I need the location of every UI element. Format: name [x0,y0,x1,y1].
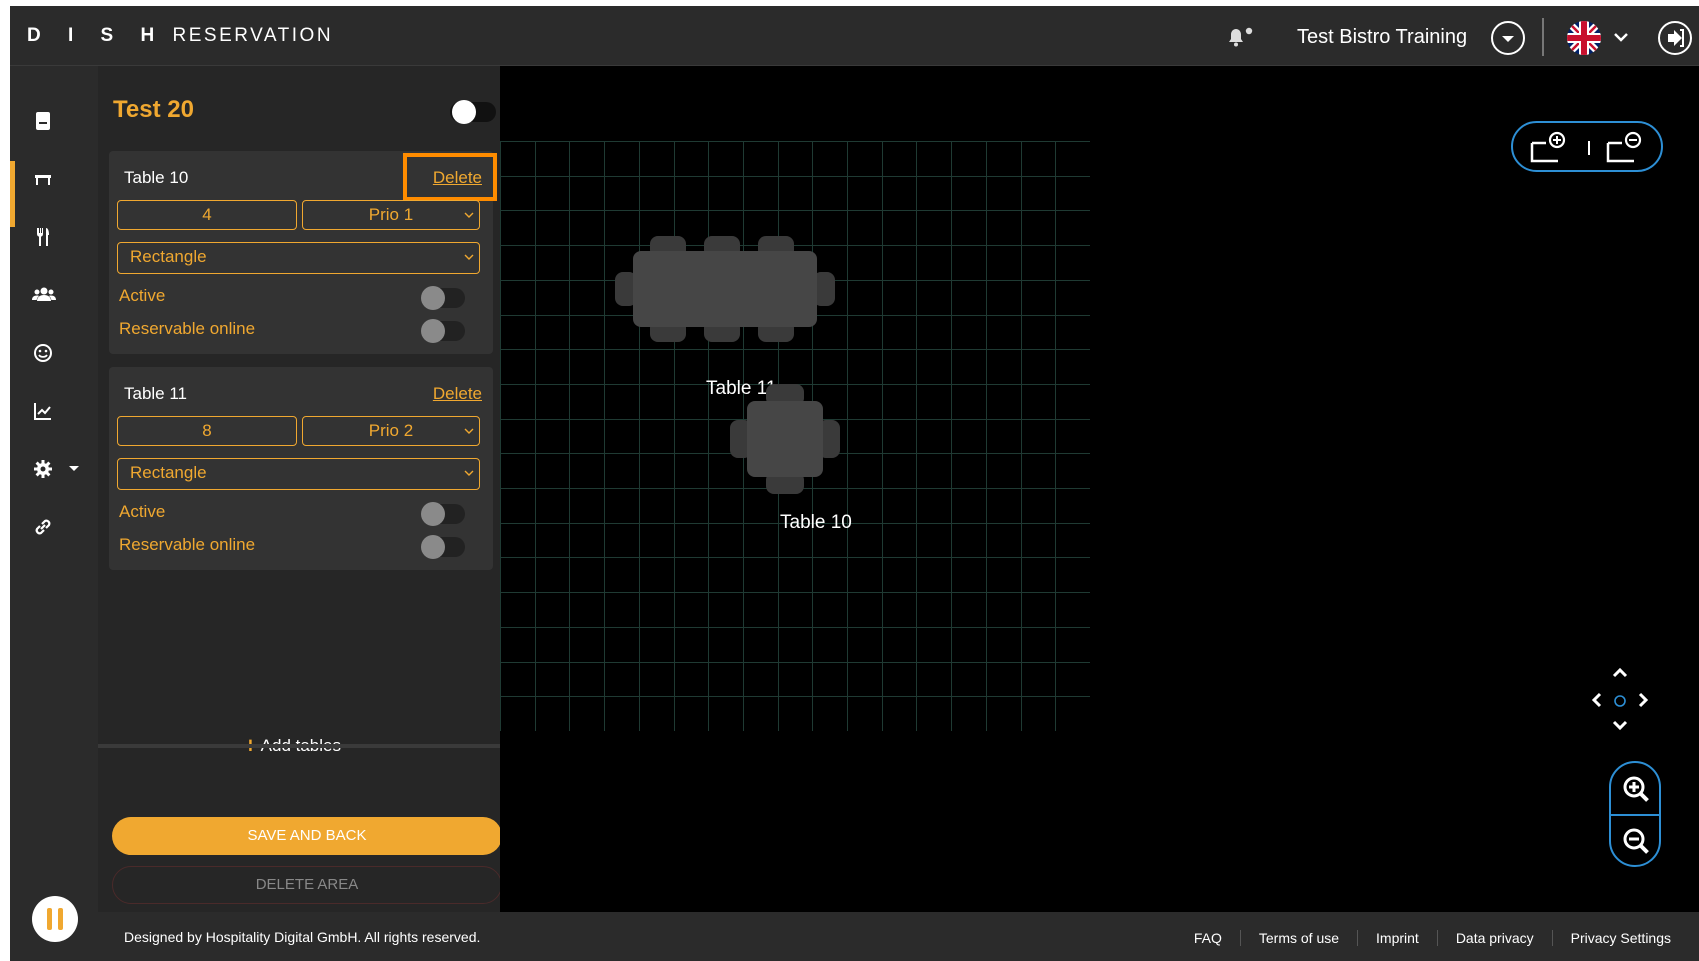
seats-input[interactable]: 4 [117,200,297,230]
venue-name: Test Bistro Training [1297,26,1468,48]
logout-button[interactable] [1658,21,1692,55]
chevron-up-icon[interactable] [1610,666,1630,680]
sidebar-item-integrations[interactable] [10,504,98,550]
save-and-back-button[interactable]: SAVE AND BACK [112,817,502,855]
footer-links: FAQ Terms of use Imprint Data privacy Pr… [1176,930,1689,946]
table-10-label: Table 10 [780,512,852,533]
caret-down-icon [69,466,79,471]
link-icon [35,519,51,535]
sidebar-item-feedback[interactable] [10,330,98,376]
active-label: Active [119,286,166,305]
footer-link-imprint[interactable]: Imprint [1357,930,1437,946]
book-icon [36,112,50,130]
active-label: Active [119,502,166,521]
table-card: Table 11 Delete 8 Prio 2 Rectangle Activ… [109,367,493,570]
sidebar-item-reports[interactable] [10,388,98,434]
chart-icon [34,403,51,420]
shape-select[interactable]: Rectangle [117,458,480,490]
area-active-toggle[interactable] [450,100,496,124]
zoom-controls [1609,761,1661,867]
delete-table-link[interactable]: Delete [433,384,482,404]
sidebar [10,66,98,961]
priority-select[interactable]: Prio 1 [302,200,480,230]
seats-input[interactable]: 8 [117,416,297,446]
cutlery-icon [37,228,49,246]
priority-select[interactable]: Prio 2 [302,416,480,446]
pause-button[interactable] [32,896,78,942]
floorplan-canvas[interactable]: Table 11 Table 10 [500,66,1699,912]
chevron-down-icon[interactable] [1612,28,1630,46]
uk-flag-icon[interactable] [1567,21,1601,55]
table-10-shape[interactable] [730,384,840,494]
center-icon[interactable] [1613,694,1627,708]
zoom-out-icon[interactable] [1622,827,1650,855]
shape-select[interactable]: Rectangle [117,242,480,274]
table-name: Table 10 [124,168,189,187]
venue-dropdown-button[interactable] [1491,21,1525,55]
top-bar: D I S H RESERVATION Test Bistro Training [10,6,1699,66]
zoom-in-area-icon[interactable] [1530,131,1570,163]
chevron-right-icon[interactable] [1636,690,1650,710]
footer-link-data-privacy[interactable]: Data privacy [1436,930,1552,946]
chevron-down-icon [464,428,474,434]
chevron-left-icon[interactable] [1590,690,1604,710]
chevron-down-icon [464,470,474,476]
active-toggle[interactable] [421,286,465,310]
zoom-in-icon[interactable] [1622,775,1650,803]
chevron-down-icon[interactable] [1610,718,1630,732]
gear-icon [34,460,52,478]
users-icon [32,287,56,301]
footer-link-privacy-settings[interactable]: Privacy Settings [1551,930,1689,946]
table-card: Table 10 Delete 4 Prio 1 Rectangle Activ… [109,151,497,354]
pan-controls [1590,666,1650,736]
area-editor-panel: Test 20 Table 10 Delete 4 Prio 1 Rectang… [98,66,500,912]
table-11-shape[interactable] [615,236,835,342]
brand-logo: D I S H RESERVATION [27,25,334,46]
online-label: Reservable online [119,319,256,338]
footer-link-faq[interactable]: FAQ [1176,930,1240,946]
sidebar-item-menu[interactable] [10,214,98,260]
caret-down-icon [1502,36,1514,42]
zoom-separator [1588,141,1590,155]
pause-icon [47,908,52,930]
active-toggle[interactable] [421,502,465,526]
table-name: Table 11 [124,384,188,403]
area-zoom-controls [1511,121,1663,172]
bell-icon[interactable] [1227,26,1257,48]
area-title: Test 20 [113,96,194,123]
smiley-icon [34,344,52,362]
footer: Designed by Hospitality Digital GmbH. Al… [98,912,1699,961]
sidebar-item-reservations[interactable] [10,98,98,144]
reservable-online-toggle[interactable] [421,319,465,343]
header-divider [1542,18,1544,56]
online-label: Reservable online [119,535,256,554]
table-icon [35,175,51,185]
delete-highlight [403,153,497,201]
sidebar-item-tables[interactable] [10,156,98,202]
copyright-text: Designed by Hospitality Digital GmbH. Al… [124,929,481,945]
sidebar-item-settings[interactable] [10,446,98,492]
chevron-down-icon [464,254,474,260]
delete-area-button[interactable]: DELETE AREA [112,866,502,904]
logout-icon [1668,29,1684,47]
footer-link-terms[interactable]: Terms of use [1239,930,1357,946]
zoom-out-area-icon[interactable] [1606,131,1646,163]
sidebar-item-guests[interactable] [10,272,98,318]
chevron-down-icon [464,212,474,218]
reservable-online-toggle[interactable] [421,535,465,559]
panel-divider [98,744,500,748]
app-window: D I S H RESERVATION Test Bistro Training [10,6,1699,961]
